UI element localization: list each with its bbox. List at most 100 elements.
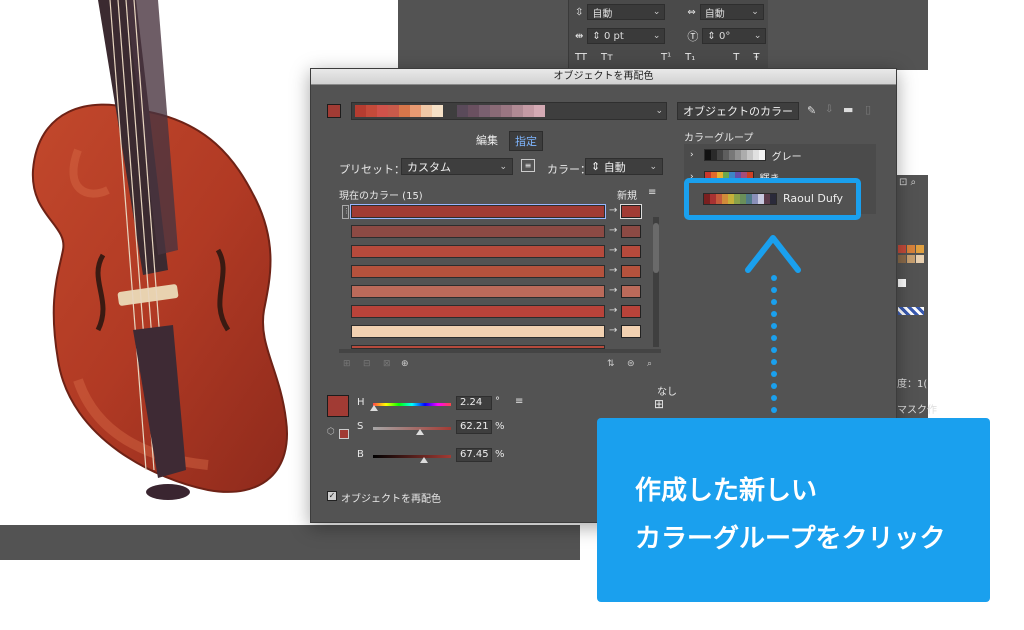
tab-assign[interactable]: 指定 — [509, 131, 543, 151]
color-group-gray[interactable]: › グレー — [684, 144, 876, 166]
color-group-raoul-dufy[interactable]: Raoul Dufy — [684, 178, 861, 220]
hue-slider[interactable] — [373, 403, 451, 406]
swatch — [898, 279, 906, 287]
saturation-slider[interactable] — [373, 427, 451, 430]
arrow-right-icon[interactable]: → — [609, 225, 617, 236]
superscript-button[interactable]: T¹ — [661, 52, 671, 63]
eyedropper-icon[interactable]: ✎ — [807, 104, 816, 117]
preset-options-icon[interactable]: ≡ — [521, 159, 535, 172]
brightness-input[interactable]: 67.45 — [456, 448, 492, 462]
new-row-icon[interactable]: ⊕ — [401, 359, 409, 369]
hsb-menu-icon[interactable]: ≡ — [515, 396, 523, 407]
group-swatch[interactable] — [399, 105, 410, 117]
hue-slider-thumb[interactable] — [370, 405, 378, 411]
current-color-bar[interactable] — [351, 225, 605, 238]
swatch-library-icon[interactable]: ⊞ — [654, 397, 664, 411]
brightness-slider[interactable] — [373, 455, 451, 458]
saturation-unit: % — [495, 421, 505, 432]
recolor-checkbox[interactable]: ✓ — [327, 491, 337, 501]
chevron-down-icon[interactable]: ⌄ — [655, 106, 663, 116]
brightness-slider-thumb[interactable] — [420, 457, 428, 463]
random-saturation-icon[interactable]: ⊜ — [627, 359, 635, 369]
arrow-right-icon[interactable]: → — [609, 325, 617, 336]
group-swatch[interactable] — [534, 105, 545, 117]
save-changes-icon[interactable]: ⇩ — [825, 104, 833, 115]
underline-button[interactable]: T — [733, 52, 739, 63]
preset-select[interactable]: カスタム ⌄ — [401, 158, 513, 175]
find-icon[interactable]: ⌕ — [647, 359, 652, 369]
small-caps-button[interactable]: Tт — [601, 52, 613, 63]
character-panel: ⇳ 自動 ⌄ ⇔ 自動 ⌄ ⇹ ⇕ 0 pt ⌄ Ⓣ ⇕ 0° ⌄ TT Tт T¹ T… — [568, 0, 768, 70]
new-color-swatch[interactable] — [620, 204, 642, 219]
new-color-swatch[interactable] — [621, 285, 641, 298]
group-swatch[interactable] — [366, 105, 377, 117]
swatch — [898, 245, 906, 253]
current-color-bar[interactable] — [351, 245, 605, 258]
arrow-right-icon[interactable]: → — [609, 285, 617, 296]
mask-label: マスク作 — [897, 405, 937, 416]
all-caps-button[interactable]: TT — [575, 52, 587, 63]
current-color-bar[interactable] — [351, 265, 605, 278]
hue-input[interactable]: 2.24 — [456, 396, 492, 410]
scrollbar-thumb[interactable] — [653, 223, 659, 273]
group-swatch[interactable] — [490, 105, 501, 117]
group-swatch[interactable] — [479, 105, 490, 117]
new-colors-label: 新規 — [617, 191, 637, 202]
rotation-field[interactable]: ⇕ 0° ⌄ — [702, 28, 767, 44]
new-color-swatch[interactable] — [621, 265, 641, 278]
tab-edit[interactable]: 編集 — [471, 131, 503, 151]
gamut-swatch[interactable] — [339, 429, 349, 439]
color-group-name-input[interactable]: オブジェクトのカラー — [677, 102, 799, 120]
active-color-swatch[interactable] — [327, 104, 341, 118]
color-group-strip[interactable]: ⌄ — [351, 102, 667, 120]
group-swatch[interactable] — [388, 105, 399, 117]
arrow-right-icon[interactable]: → — [609, 265, 617, 276]
saturation-input[interactable]: 62.21 — [456, 420, 492, 434]
colors-count-select[interactable]: ⇕ 自動 ⌄ — [585, 158, 663, 175]
delete-icon[interactable]: ▯ — [865, 103, 871, 116]
separate-colors-icon[interactable]: ⊟ — [363, 359, 371, 369]
group-swatch[interactable] — [501, 105, 512, 117]
group-swatch[interactable] — [468, 105, 479, 117]
new-color-swatch[interactable] — [621, 325, 641, 338]
pattern-swatch — [898, 307, 924, 315]
subscript-button[interactable]: T₁ — [685, 52, 695, 63]
arrow-right-icon[interactable]: → — [609, 205, 617, 216]
current-colors-label: 現在のカラー (15) — [339, 191, 423, 202]
group-swatch[interactable] — [377, 105, 388, 117]
group-swatch[interactable] — [512, 105, 523, 117]
recolor-checkbox-label: オブジェクトを再配色 — [341, 494, 441, 505]
arrow-right-icon[interactable]: → — [609, 305, 617, 316]
current-color-bar[interactable] — [351, 325, 605, 338]
dotted-pointer-line — [771, 275, 777, 413]
random-order-icon[interactable]: ⇅ — [607, 359, 615, 369]
tracking-icon: ⇔ — [687, 6, 696, 18]
current-color-bar[interactable] — [351, 285, 605, 298]
arrow-right-icon[interactable]: → — [609, 245, 617, 256]
disclosure-icon[interactable]: › — [690, 150, 694, 160]
merge-colors-icon[interactable]: ⊞ — [343, 359, 351, 369]
tracking-field[interactable]: 自動 ⌄ — [699, 4, 764, 20]
new-color-swatch[interactable] — [621, 245, 641, 258]
group-swatch[interactable] — [523, 105, 534, 117]
menu-icon[interactable]: ≡ — [648, 187, 656, 198]
new-color-swatch[interactable] — [621, 305, 641, 318]
row-selection-handle[interactable]: ⋮ — [342, 205, 350, 219]
group-swatch[interactable] — [355, 105, 366, 117]
leading-field[interactable]: 自動 ⌄ — [587, 4, 666, 20]
group-swatch[interactable] — [421, 105, 432, 117]
rows-scrollbar[interactable] — [653, 217, 659, 347]
current-color-bar[interactable] — [350, 204, 606, 219]
group-swatch[interactable] — [410, 105, 421, 117]
group-swatch[interactable] — [457, 105, 468, 117]
callout-line-1: 作成した新しい — [635, 476, 818, 506]
strikethrough-button[interactable]: Ŧ — [753, 52, 759, 63]
kerning-field[interactable]: ⇕ 0 pt ⌄ — [587, 28, 666, 44]
saturation-slider-thumb[interactable] — [416, 429, 424, 435]
rows-divider — [339, 349, 661, 353]
new-group-folder-icon[interactable]: ▬ — [843, 103, 853, 116]
current-color-bar[interactable] — [351, 305, 605, 318]
group-swatch[interactable] — [432, 105, 443, 117]
exclude-colors-icon[interactable]: ⊠ — [383, 359, 391, 369]
new-color-swatch[interactable] — [621, 225, 641, 238]
